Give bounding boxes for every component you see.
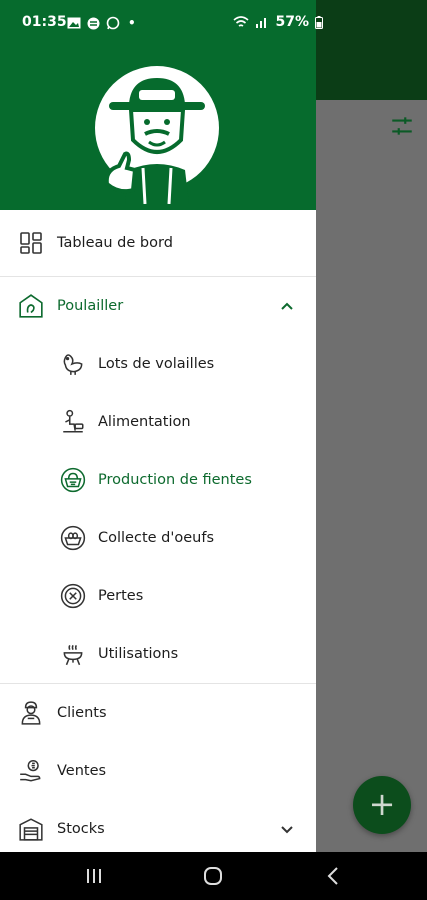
home-icon[interactable] [201,864,225,888]
feeding-icon [59,408,87,436]
menu-item-label: Poulailler [57,298,124,314]
chicken-icon [59,350,87,378]
menu-item-stocks[interactable]: Stocks [0,800,316,852]
menu-item-label: Stocks [57,821,105,837]
battery-icon [315,15,323,29]
notification-icons: • [67,16,136,30]
menu-item-label: Tableau de bord [57,235,173,251]
status-right-icons: 57% [233,14,323,30]
system-navigation-bar [0,852,427,900]
loss-icon [59,582,87,610]
submenu-item-label: Pertes [98,588,144,604]
submenu-item-lots[interactable]: Lots de volailles [0,335,316,393]
battery-level: 57% [275,14,309,30]
dashboard-icon [17,229,45,257]
filter-settings-icon[interactable] [389,113,415,139]
wifi-icon [233,15,250,27]
menu-item-label: Ventes [57,763,107,779]
menu-item-clients[interactable]: Clients [0,684,316,742]
submenu-item-droppings[interactable]: Production de fientes [0,451,316,509]
warehouse-icon [17,815,45,843]
submenu-item-eggs[interactable]: Collecte d'oeufs [0,509,316,567]
status-time: 01:35 [22,14,67,30]
drawer-menu: Tableau de bord Poulailler Lots de volai… [0,210,316,852]
signal-icon [256,18,267,28]
henhouse-icon [17,292,45,320]
client-icon [17,699,45,727]
add-button[interactable]: + [353,776,411,834]
menu-item-sales[interactable]: Ventes [0,742,316,800]
menu-item-dashboard[interactable]: Tableau de bord [0,210,316,276]
submenu-item-label: Utilisations [98,646,179,662]
back-icon[interactable] [322,864,346,888]
chevron-up-icon[interactable] [280,299,294,313]
submenu-item-losses[interactable]: Pertes [0,567,316,625]
menu-item-poultry[interactable]: Poulailler [0,277,316,335]
circle-app-icon [87,17,100,29]
whatsapp-icon [106,16,120,30]
navigation-drawer: Tableau de bord Poulailler Lots de volai… [0,0,316,852]
grill-icon [59,640,87,668]
recent-apps-icon[interactable] [82,864,106,888]
menu-item-label: Clients [57,705,107,721]
submenu-item-label: Collecte d'oeufs [98,530,214,546]
submenu-item-label: Lots de volailles [98,356,215,372]
status-bar: 01:35 • 57% [0,0,427,42]
submenu-item-label: Alimentation [98,414,191,430]
chevron-down-icon[interactable] [280,822,294,836]
notification-dot: • [128,16,136,30]
image-icon [67,17,81,29]
submenu-item-label: Production de fientes [98,472,252,488]
egg-basket-icon [59,524,87,552]
basket-icon [59,466,87,494]
submenu-item-usages[interactable]: Utilisations [0,625,316,683]
farmer-avatar [95,66,219,204]
sales-hand-coin-icon [17,757,45,785]
submenu-item-feeding[interactable]: Alimentation [0,393,316,451]
